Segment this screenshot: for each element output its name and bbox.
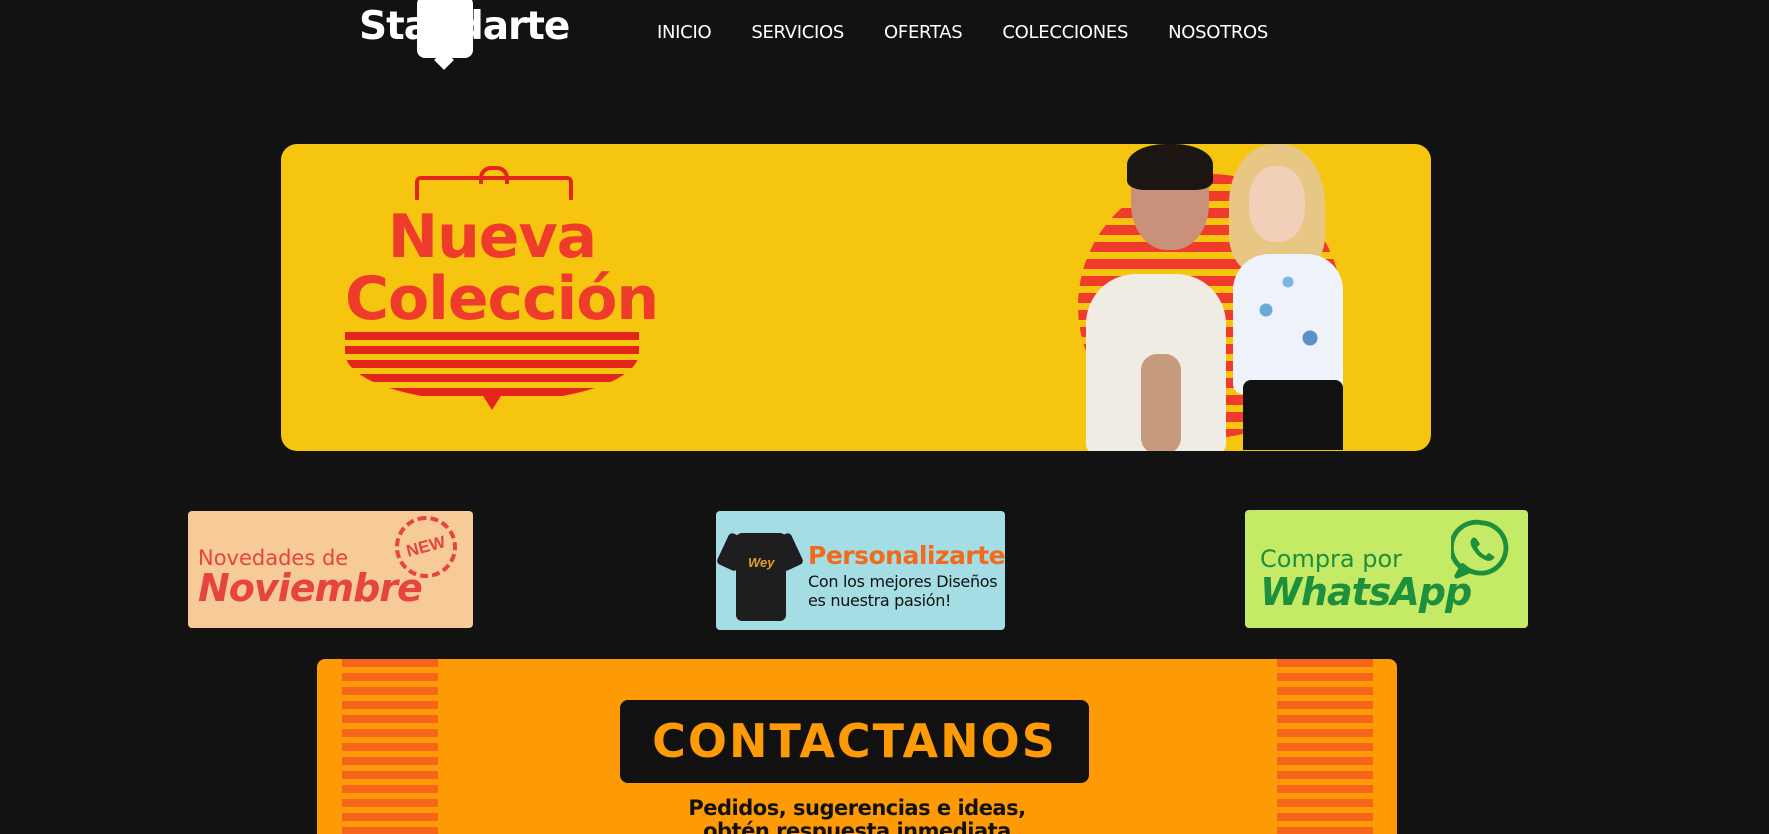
contact-subtitle-line2: obtén respuesta inmediata bbox=[703, 819, 1011, 834]
tshirt-icon: Wey bbox=[716, 523, 805, 623]
whatsapp-title: WhatsApp bbox=[1260, 570, 1472, 614]
personalizarte-title: Personalizarte bbox=[808, 541, 1005, 570]
personalizarte-line1: Con los mejores Diseños bbox=[808, 572, 998, 591]
tshirt-print: Wey bbox=[748, 555, 775, 570]
personalizarte-line2: es nuestra pasión! bbox=[808, 591, 952, 610]
hero-title-frame: Nueva Colección bbox=[345, 166, 659, 428]
logo-text: Standarte bbox=[359, 4, 570, 49]
model-woman-skirt bbox=[1243, 380, 1343, 450]
frame-ornament-top bbox=[415, 166, 573, 200]
logo[interactable]: Standarte bbox=[359, 0, 570, 68]
nav-colecciones[interactable]: COLECCIONES bbox=[1002, 22, 1128, 43]
frame-ornament-tip bbox=[478, 388, 506, 410]
model-woman-blouse bbox=[1233, 254, 1343, 394]
contact-subtitle-line1: Pedidos, sugerencias e ideas, bbox=[688, 796, 1026, 820]
whatsapp-label: Compra por bbox=[1260, 545, 1403, 573]
hero-title: Nueva Colección bbox=[345, 202, 659, 334]
contact-button[interactable]: CONTACTANOS bbox=[620, 700, 1089, 783]
promo-whatsapp[interactable]: Compra por WhatsApp bbox=[1245, 510, 1528, 628]
nav-ofertas[interactable]: OFERTAS bbox=[884, 22, 963, 43]
nav-nosotros[interactable]: NOSOTROS bbox=[1168, 22, 1268, 43]
novedades-month: Noviembre bbox=[198, 566, 423, 610]
hero-title-line2: Colección bbox=[345, 264, 659, 334]
model-man-arm bbox=[1141, 354, 1181, 451]
hero-title-line1: Nueva bbox=[387, 202, 597, 272]
whatsapp-icon bbox=[1451, 519, 1509, 579]
main-nav: INICIO SERVICIOS OFERTAS COLECCIONES NOS… bbox=[657, 22, 1308, 43]
hero-banner[interactable]: Nueva Colección bbox=[281, 144, 1431, 451]
contact-banner: CONTACTANOS Pedidos, sugerencias e ideas… bbox=[317, 659, 1397, 834]
nav-inicio[interactable]: INICIO bbox=[657, 22, 712, 43]
model-woman-face bbox=[1249, 166, 1305, 242]
model-man-hair bbox=[1127, 144, 1213, 190]
promo-personalizarte[interactable]: Wey Personalizarte Con los mejores Diseñ… bbox=[716, 511, 1005, 630]
nav-servicios[interactable]: SERVICIOS bbox=[751, 22, 844, 43]
promo-novedades[interactable]: Novedades de Noviembre NEW bbox=[188, 511, 473, 628]
